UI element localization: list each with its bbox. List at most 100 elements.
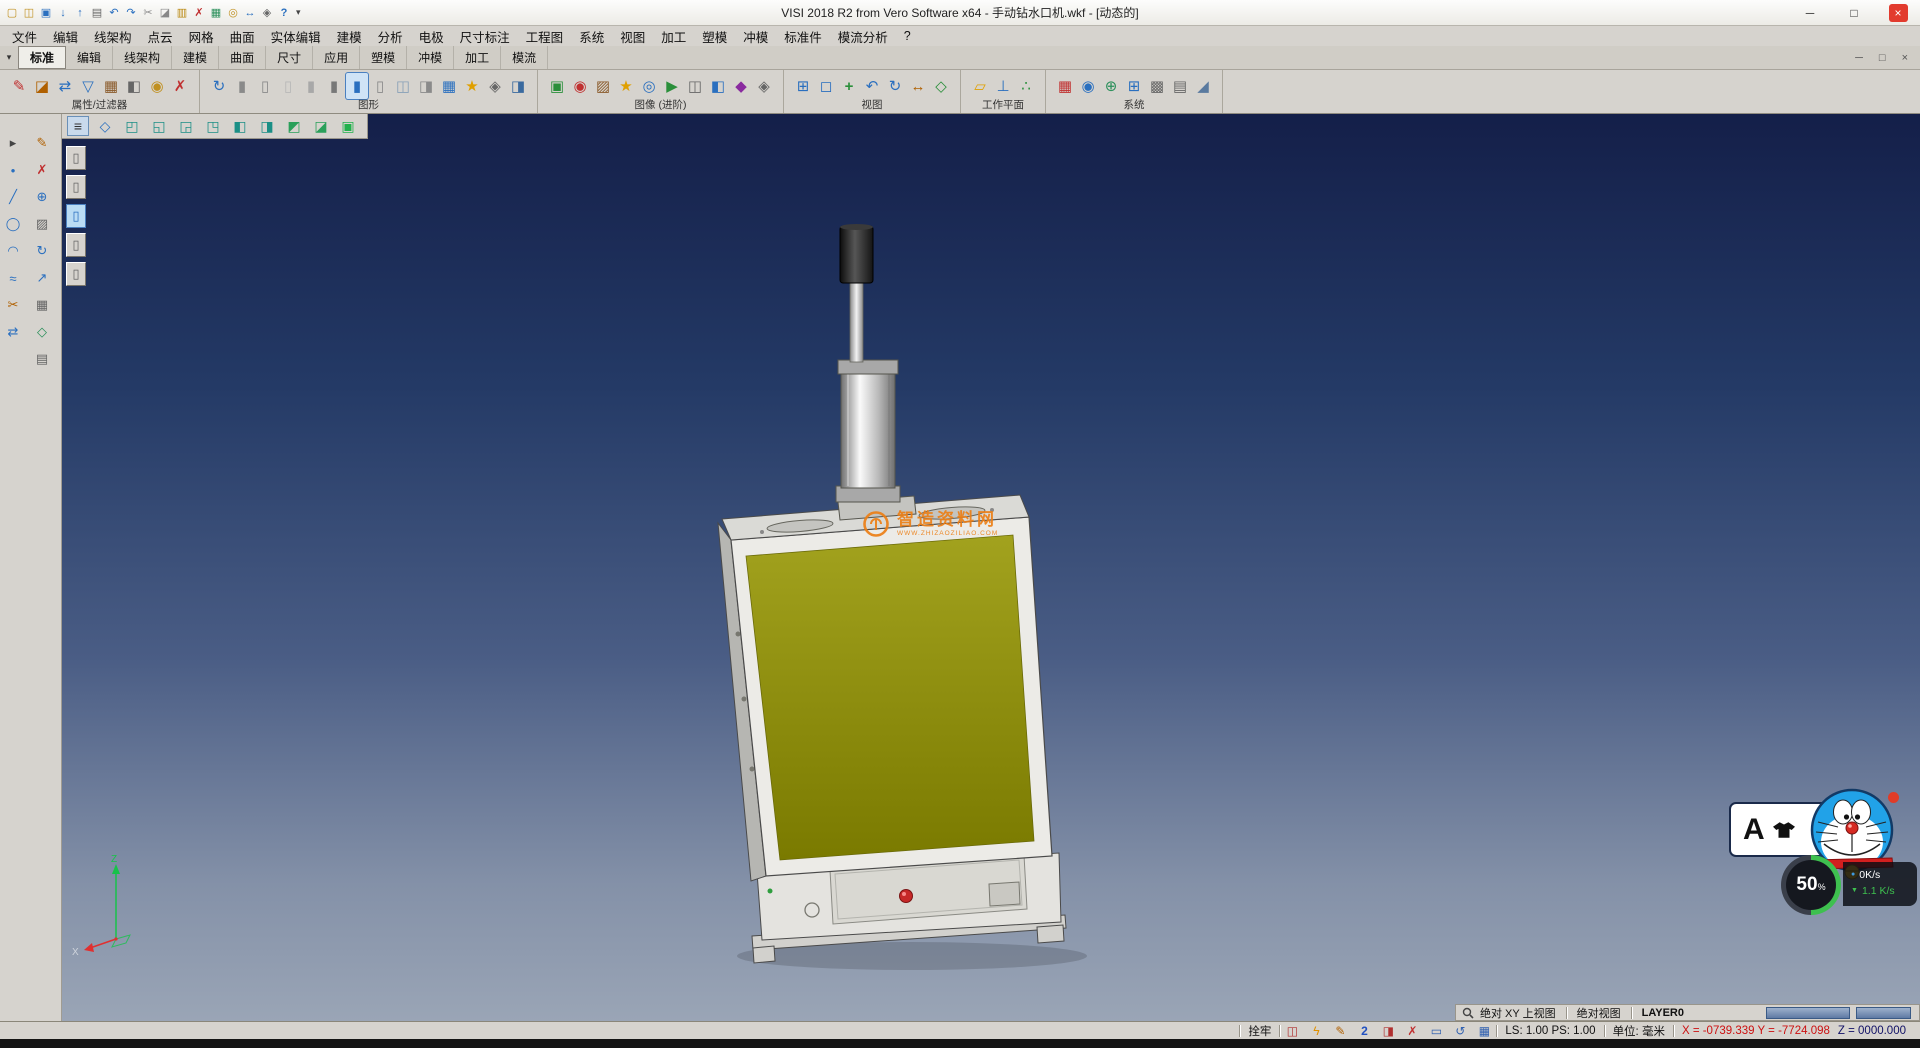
menu-drawing[interactable]: 工程图 xyxy=(518,27,572,46)
menu-die[interactable]: 冲模 xyxy=(735,27,776,46)
view-left-icon[interactable]: ◲ xyxy=(175,116,197,136)
tab-dimension[interactable]: 尺寸 xyxy=(266,46,313,69)
snapshot-icon[interactable]: ◫ xyxy=(684,73,706,99)
layer-color-bar-1[interactable] xyxy=(1766,1007,1850,1019)
mirror-icon[interactable]: ⇄ xyxy=(4,323,22,341)
side-tool-button-3[interactable]: ▯ xyxy=(66,204,86,228)
arc-icon[interactable]: ◠ xyxy=(4,242,22,260)
menu-mould[interactable]: 塑模 xyxy=(694,27,735,46)
zoom-fit-icon[interactable]: ⊞ xyxy=(792,73,814,99)
hatch-icon[interactable]: ▨ xyxy=(33,215,51,233)
screen-icon[interactable]: ▭ xyxy=(1428,1023,1444,1038)
workplane-3point-icon[interactable]: ∴ xyxy=(1015,73,1037,99)
menu-help[interactable]: ? xyxy=(896,29,919,43)
view-iso-icon[interactable]: ◇ xyxy=(94,116,116,136)
menu-system[interactable]: 系统 xyxy=(571,27,612,46)
paste-icon[interactable]: ▥ xyxy=(174,5,190,21)
filter-icon[interactable]: ▽ xyxy=(77,73,99,99)
menu-edit[interactable]: 编辑 xyxy=(45,27,86,46)
clear-filter-icon[interactable]: ✗ xyxy=(169,73,191,99)
tab-flow[interactable]: 模流 xyxy=(501,46,548,69)
offset-icon[interactable]: ⊕ xyxy=(33,188,51,206)
export-icon[interactable]: ↑ xyxy=(72,5,88,21)
dynamic-view-icon[interactable]: ▮ xyxy=(346,73,368,99)
refresh-icon[interactable]: ↺ xyxy=(1452,1023,1468,1038)
attribute-swap-icon[interactable]: ⇄ xyxy=(54,73,76,99)
light-icon[interactable]: ★ xyxy=(461,73,483,99)
close-button[interactable]: × xyxy=(1876,0,1920,25)
lighting-icon[interactable]: ★ xyxy=(615,73,637,99)
sketch-icon[interactable]: ✎ xyxy=(33,134,51,152)
tab-wireframe[interactable]: 线架构 xyxy=(113,46,172,69)
options-icon[interactable]: ▤ xyxy=(1169,73,1191,99)
material-icon[interactable]: ◉ xyxy=(569,73,591,99)
menu-solid-edit[interactable]: 实体编辑 xyxy=(263,27,329,46)
globe-icon[interactable]: ⊕ xyxy=(1100,73,1122,99)
attribute-paint-icon[interactable]: ✎ xyxy=(8,73,30,99)
toolbar-options-dropdown-icon[interactable]: ▾ xyxy=(292,7,305,18)
side-tool-button-2[interactable]: ▯ xyxy=(66,175,86,199)
circle-icon[interactable]: ◯ xyxy=(4,215,22,233)
trim-icon[interactable]: ✂ xyxy=(4,296,22,314)
workplane-normal-icon[interactable]: ⊥ xyxy=(992,73,1014,99)
taskbar-strip[interactable] xyxy=(0,1039,1920,1048)
box-display-icon[interactable]: ▯ xyxy=(369,73,391,99)
menu-modeling[interactable]: 建模 xyxy=(329,27,370,46)
menu-flow-analysis[interactable]: 模流分析 xyxy=(830,27,896,46)
import-icon[interactable]: ↓ xyxy=(55,5,71,21)
restore-button[interactable]: □ xyxy=(1832,0,1876,25)
view-top-icon[interactable]: ◧ xyxy=(229,116,251,136)
units-readout[interactable]: 单位: 毫米 xyxy=(1609,1023,1669,1039)
side-tool-button-5[interactable]: ▯ xyxy=(66,262,86,286)
tab-modeling[interactable]: 建模 xyxy=(172,46,219,69)
cylinder-display-icon[interactable]: ▮ xyxy=(300,73,322,99)
lightning-icon[interactable]: ϟ xyxy=(1308,1023,1324,1038)
tab-standard[interactable]: 标准 xyxy=(18,46,66,69)
pattern-icon[interactable]: ▩ xyxy=(1146,73,1168,99)
mask-icon[interactable]: ◧ xyxy=(123,73,145,99)
select-icon[interactable]: ▸ xyxy=(4,134,22,152)
advanced-settings-icon[interactable]: ◈ xyxy=(753,73,775,99)
tab-machining[interactable]: 加工 xyxy=(454,46,501,69)
mdi-minimize-button[interactable]: ─ xyxy=(1855,52,1863,64)
menu-file[interactable]: 文件 xyxy=(4,27,45,46)
compare-icon[interactable]: ◧ xyxy=(707,73,729,99)
wireframe-display-icon[interactable]: ▯ xyxy=(254,73,276,99)
snap-icon[interactable]: ◎ xyxy=(225,5,241,21)
copy-icon[interactable]: ◪ xyxy=(157,5,173,21)
olive-panel[interactable] xyxy=(746,535,1034,860)
layers-icon[interactable]: ▦ xyxy=(208,5,224,21)
delete-mode-icon[interactable]: ✗ xyxy=(1404,1023,1420,1038)
system-info-icon[interactable]: ◉ xyxy=(1077,73,1099,99)
hidden-line-icon[interactable]: ▯ xyxy=(277,73,299,99)
view-axon1-icon[interactable]: ◩ xyxy=(283,116,305,136)
color-table-icon[interactable]: ▦ xyxy=(1054,73,1076,99)
menu-view[interactable]: 视图 xyxy=(612,27,653,46)
tab-list-dropdown-icon[interactable]: ▾ xyxy=(0,52,18,63)
viewport-canvas[interactable]: Z X xyxy=(62,114,1920,1021)
menu-wireframe[interactable]: 线架构 xyxy=(86,27,140,46)
ramp-icon[interactable]: ◢ xyxy=(1192,73,1214,99)
scale-icon[interactable]: ↗ xyxy=(33,269,51,287)
red-button[interactable] xyxy=(900,890,913,903)
minimize-button[interactable]: ─ xyxy=(1788,0,1832,25)
erase-icon[interactable]: ✗ xyxy=(33,161,51,179)
view-front-icon[interactable]: ◰ xyxy=(121,116,143,136)
menu-analysis[interactable]: 分析 xyxy=(370,27,411,46)
line-icon[interactable]: ╱ xyxy=(4,188,22,206)
side-tool-button-1[interactable]: ▯ xyxy=(66,146,86,170)
cad-model[interactable] xyxy=(718,224,1087,970)
display-list-icon[interactable]: ≡ xyxy=(67,116,89,136)
new-file-icon[interactable]: ▢ xyxy=(4,5,20,21)
side-tool-button-4[interactable]: ▯ xyxy=(66,233,86,257)
settings-icon[interactable]: ◈ xyxy=(259,5,275,21)
point-icon[interactable]: • xyxy=(4,161,22,179)
layer-color-bar-2[interactable] xyxy=(1856,1007,1911,1019)
camera-icon[interactable]: ◎ xyxy=(638,73,660,99)
view-mode-label[interactable]: 绝对 XY 上视图 xyxy=(1480,1005,1556,1021)
shaded-edges-icon[interactable]: ▮ xyxy=(323,73,345,99)
shaded-display-icon[interactable]: ▮ xyxy=(231,73,253,99)
measure-icon[interactable]: ↔ xyxy=(242,5,258,21)
transparency-icon[interactable]: ◫ xyxy=(392,73,414,99)
spreadsheet-icon[interactable]: ⊞ xyxy=(1123,73,1145,99)
